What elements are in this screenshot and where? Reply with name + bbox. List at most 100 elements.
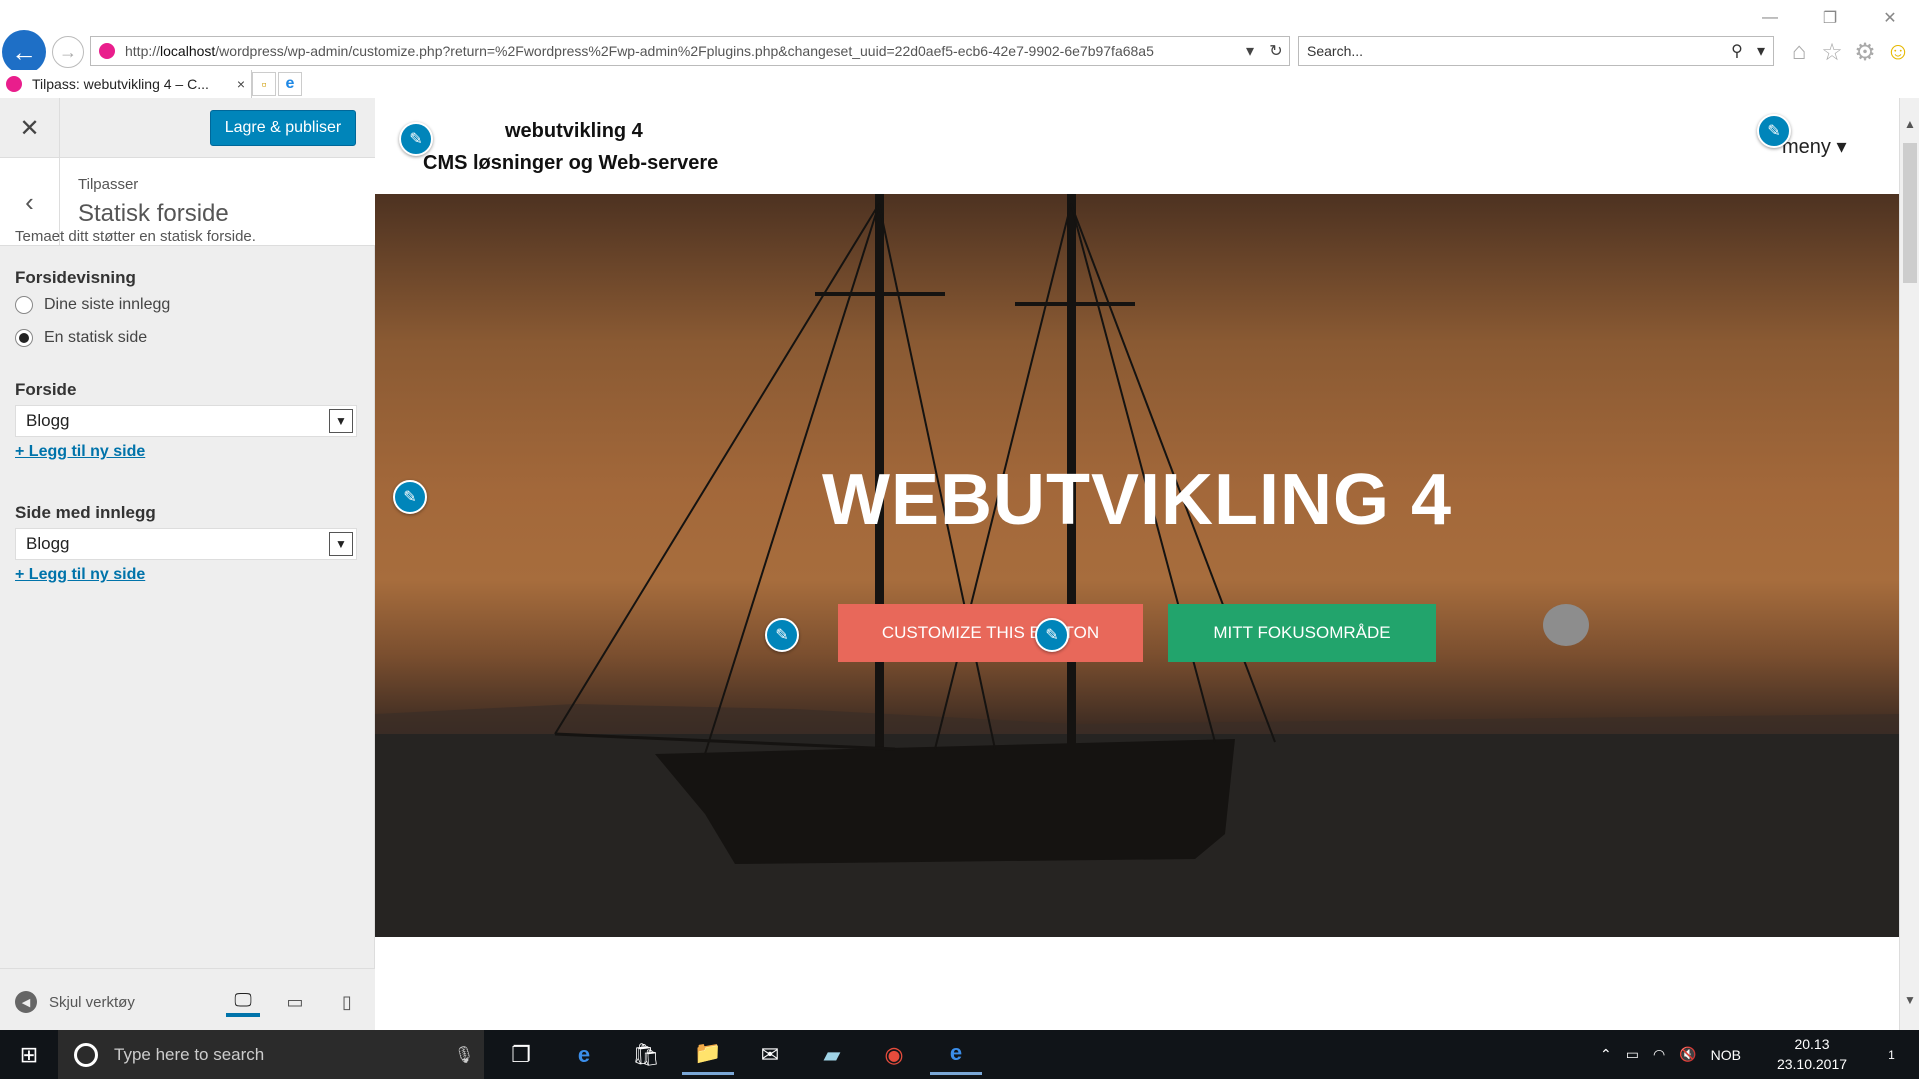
microphone-icon[interactable]: 🎙 <box>444 1045 484 1065</box>
cortana-icon <box>74 1042 98 1067</box>
scroll-thumb[interactable] <box>1903 143 1917 283</box>
tab-favicon-icon <box>6 76 22 92</box>
desktop-preview-icon[interactable]: 🖵 <box>226 987 260 1017</box>
radio-static-page[interactable]: En statisk side <box>15 329 147 347</box>
system-tray: ⌃ ▭ ◠ 🔇 NOB <box>1600 1030 1741 1079</box>
front-page-label: Forside <box>15 380 77 399</box>
battery-icon[interactable]: ▭ <box>1626 1046 1639 1063</box>
chevron-down-icon[interactable]: ▼ <box>329 409 353 433</box>
front-page-select[interactable]: Blogg ▼ <box>15 405 357 437</box>
refresh-icon[interactable]: ↻ <box>1263 41 1289 61</box>
favorites-star-icon[interactable]: ☆ <box>1818 38 1846 66</box>
radio-checked-icon[interactable] <box>15 329 33 347</box>
search-dropdown-icon[interactable]: ▾ <box>1749 41 1773 61</box>
radio-label: Dine siste innlegg <box>44 296 171 313</box>
edit-pencil-icon[interactable]: ✎ <box>399 122 433 156</box>
action-center-icon[interactable]: 1 <box>1864 1030 1919 1079</box>
hero-banner: ✎ WEBUTVIKLING 4 CUSTOMIZE THIS BUTTON M… <box>375 194 1899 937</box>
windows-taskbar: ⊞ Type here to search 🎙 ❐ e 🛍 📁 ✉ ▰ ◉ e … <box>0 1030 1919 1079</box>
notification-count: 1 <box>1888 1047 1895 1062</box>
front-page-value: Blogg <box>26 411 70 430</box>
tablet-preview-icon[interactable]: ▭ <box>278 987 312 1017</box>
tab-title: Tilpass: webutvikling 4 – C... <box>32 76 209 92</box>
hero-title: WEBUTVIKLING 4 <box>821 460 1452 540</box>
back-button[interactable]: ← <box>2 30 46 74</box>
windows-start-icon[interactable]: ⊞ <box>0 1030 58 1079</box>
posts-page-label: Side med innlegg <box>15 503 156 522</box>
clock-time: 20.13 <box>1794 1036 1830 1052</box>
taskbar-search[interactable]: Type here to search 🎙 <box>58 1030 484 1079</box>
ie-tab-icon[interactable]: e <box>278 72 302 96</box>
sidebar-footer: ◀ Skjul verktøy 🖵 ▭ ▯ <box>0 968 375 1030</box>
tab-customizer[interactable]: Tilpass: webutvikling 4 – C... × <box>0 70 252 98</box>
smiley-feedback-icon[interactable]: ☺ <box>1884 38 1912 66</box>
dropdown-icon[interactable]: ▾ <box>1237 41 1263 61</box>
internet-explorer-icon[interactable]: e <box>930 1034 982 1075</box>
search-icon[interactable]: ⚲ <box>1725 41 1749 61</box>
language-indicator[interactable]: NOB <box>1711 1047 1741 1063</box>
mobile-preview-icon[interactable]: ▯ <box>330 987 364 1017</box>
radio-latest-posts[interactable]: Dine siste innlegg <box>15 296 170 314</box>
ship-silhouette-image <box>375 194 1899 937</box>
add-new-page-link-2[interactable]: + Legg til ny side <box>15 566 145 584</box>
clock[interactable]: 20.13 23.10.2017 <box>1772 1034 1852 1074</box>
site-favicon-icon <box>99 43 115 59</box>
new-tab-icon[interactable]: ▫ <box>252 72 276 96</box>
file-explorer-icon[interactable]: 📁 <box>682 1034 734 1075</box>
close-customizer-icon[interactable]: ✕ <box>0 98 60 158</box>
site-preview: ✎ webutvikling 4 CMS løsninger og Web-se… <box>375 98 1899 1030</box>
browser-chrome: — ❐ ✕ ← → http://localhost/wordpress/wp-… <box>0 0 1919 98</box>
section-description: Temaet ditt støtter en statisk forside. <box>15 228 256 245</box>
volume-muted-icon[interactable]: 🔇 <box>1679 1046 1696 1063</box>
edit-menu-pencil-icon[interactable]: ✎ <box>1757 114 1791 148</box>
radio-label: En statisk side <box>44 329 148 346</box>
forward-button[interactable]: → <box>52 36 84 68</box>
window-close-button[interactable]: ✕ <box>1870 6 1910 30</box>
posts-page-select[interactable]: Blogg ▼ <box>15 528 357 560</box>
notes-app-icon[interactable]: ▰ <box>806 1034 858 1075</box>
task-view-icon[interactable]: ❐ <box>495 1034 547 1075</box>
taskbar-search-placeholder[interactable]: Type here to search <box>114 1045 444 1065</box>
browser-search-box[interactable]: Search... ⚲ ▾ <box>1298 36 1774 66</box>
posts-page-value: Blogg <box>26 534 70 553</box>
breadcrumb: Tilpasser <box>78 176 139 193</box>
tab-close-icon[interactable]: × <box>231 76 251 92</box>
focus-area-button[interactable]: MITT FOKUSOMRÅDE <box>1168 604 1436 662</box>
address-url[interactable]: http://localhost/wordpress/wp-admin/cust… <box>125 43 1237 59</box>
settings-gear-icon[interactable]: ⚙ <box>1851 38 1879 66</box>
edge-icon[interactable]: e <box>558 1034 610 1075</box>
tray-chevron-icon[interactable]: ⌃ <box>1600 1046 1612 1063</box>
scroll-down-icon[interactable]: ▼ <box>1900 990 1919 1010</box>
site-title[interactable]: webutvikling 4 <box>505 120 643 143</box>
sidebar-header: ✕ Lagre & publiser <box>0 98 375 158</box>
sun-disc <box>1543 604 1589 646</box>
address-bar[interactable]: http://localhost/wordpress/wp-admin/cust… <box>90 36 1290 66</box>
menu-toggle[interactable]: meny ▾ <box>1782 134 1847 159</box>
restore-button[interactable]: ❐ <box>1810 6 1850 30</box>
edit-hero-pencil-icon[interactable]: ✎ <box>393 480 427 514</box>
radio-unchecked-icon[interactable] <box>15 296 33 314</box>
publish-button[interactable]: Lagre & publiser <box>210 110 356 146</box>
customize-this-button[interactable]: CUSTOMIZE THIS BUTTON <box>838 604 1143 662</box>
site-tagline: CMS løsninger og Web-servere <box>423 152 719 174</box>
wifi-icon[interactable]: ◠ <box>1653 1046 1665 1063</box>
store-icon[interactable]: 🛍 <box>620 1034 672 1075</box>
add-new-page-link[interactable]: + Legg til ny side <box>15 443 145 461</box>
clock-date: 23.10.2017 <box>1776 1056 1848 1072</box>
front-display-label: Forsidevisning <box>15 268 136 287</box>
edit-button1-pencil-icon[interactable]: ✎ <box>765 618 799 652</box>
mail-icon[interactable]: ✉ <box>744 1034 796 1075</box>
section-title: Statisk forside <box>78 200 229 227</box>
minimize-button[interactable]: — <box>1750 6 1790 30</box>
home-icon[interactable]: ⌂ <box>1785 38 1813 66</box>
preview-scrollbar[interactable]: ▲ ▼ <box>1899 98 1919 1030</box>
chevron-down-icon[interactable]: ▼ <box>329 532 353 556</box>
hide-controls-button[interactable]: ◀ Skjul verktøy <box>15 991 135 1013</box>
customizer-sidebar: ✕ Lagre & publiser ‹ Tilpasser Statisk f… <box>0 98 375 1030</box>
chrome-icon[interactable]: ◉ <box>868 1034 920 1075</box>
edit-button2-pencil-icon[interactable]: ✎ <box>1035 618 1069 652</box>
hide-tools-label: Skjul verktøy <box>49 993 135 1011</box>
tab-bar: Tilpass: webutvikling 4 – C... × ▫ e <box>0 70 1919 98</box>
scroll-up-icon[interactable]: ▲ <box>1900 114 1919 134</box>
search-placeholder[interactable]: Search... <box>1307 43 1725 59</box>
